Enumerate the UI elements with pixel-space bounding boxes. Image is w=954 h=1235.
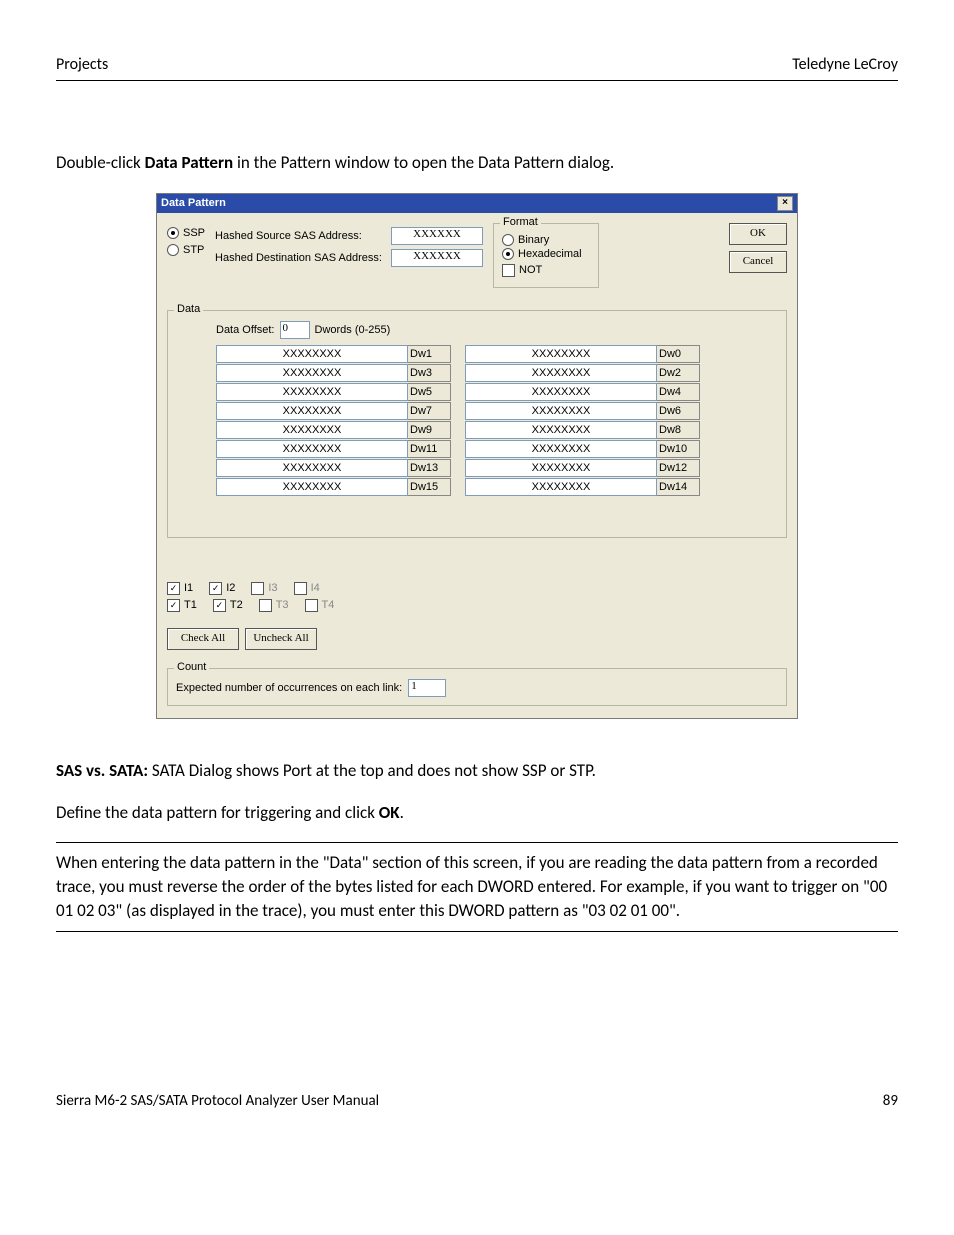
- data-groupbox: Data Data Offset: 0 Dwords (0-255) XXXXX…: [167, 310, 787, 538]
- dw-value[interactable]: XXXXXXXX: [216, 421, 408, 439]
- count-label: Expected number of occurrences on each l…: [176, 682, 402, 694]
- ok-button[interactable]: OK: [729, 223, 787, 245]
- sas-vs-sata: SAS vs. SATA: SATA Dialog shows Port at …: [56, 759, 898, 783]
- offset-input[interactable]: 0: [280, 321, 310, 339]
- dst-addr-input[interactable]: XXXXXX: [391, 249, 483, 267]
- channel-checkbox[interactable]: [167, 599, 180, 612]
- header-left: Projects: [56, 55, 108, 74]
- hex-radio[interactable]: [502, 248, 514, 260]
- dw-label: Dw4: [657, 383, 700, 401]
- binary-radio[interactable]: [502, 234, 514, 246]
- stp-label: STP: [183, 244, 204, 256]
- dw-value[interactable]: XXXXXXXX: [465, 459, 657, 477]
- cancel-button[interactable]: Cancel: [729, 251, 787, 273]
- dw-value[interactable]: XXXXXXXX: [216, 478, 408, 496]
- channel-label: I3: [268, 582, 277, 594]
- dw-value[interactable]: XXXXXXXX: [216, 402, 408, 420]
- dw-label: Dw5: [408, 383, 451, 401]
- count-legend: Count: [174, 661, 209, 673]
- note-text: When entering the data pattern in the "D…: [56, 851, 898, 922]
- dw-value[interactable]: XXXXXXXX: [465, 440, 657, 458]
- dw-value[interactable]: XXXXXXXX: [216, 383, 408, 401]
- channel-checkbox[interactable]: [294, 582, 307, 595]
- format-groupbox: Format Binary Hexadecimal NOT: [493, 223, 599, 288]
- dw-label: Dw11: [408, 440, 451, 458]
- channel-checkbox[interactable]: [305, 599, 318, 612]
- dw-value[interactable]: XXXXXXXX: [465, 364, 657, 382]
- dialog-titlebar: Data Pattern ×: [157, 194, 797, 213]
- define-pre: Define the data pattern for triggering a…: [56, 802, 379, 823]
- channel-label: T4: [322, 599, 335, 611]
- ssp-label: SSP: [183, 227, 205, 239]
- hex-label: Hexadecimal: [518, 248, 582, 260]
- dw-value[interactable]: XXXXXXXX: [216, 364, 408, 382]
- dw-label: Dw13: [408, 459, 451, 477]
- close-icon[interactable]: ×: [777, 196, 793, 211]
- stp-radio[interactable]: [167, 244, 179, 256]
- dw-label: Dw10: [657, 440, 700, 458]
- footer-right: 89: [883, 1092, 898, 1110]
- dialog-title: Data Pattern: [161, 197, 226, 209]
- define-post: .: [400, 802, 404, 823]
- offset-label: Data Offset:: [216, 324, 275, 336]
- uncheck-all-button[interactable]: Uncheck All: [245, 628, 317, 650]
- ssp-radio[interactable]: [167, 227, 179, 239]
- dw-value[interactable]: XXXXXXXX: [465, 383, 657, 401]
- check-all-button[interactable]: Check All: [167, 628, 239, 650]
- dw-label: Dw8: [657, 421, 700, 439]
- dw-value[interactable]: XXXXXXXX: [465, 421, 657, 439]
- dw-label: Dw9: [408, 421, 451, 439]
- offset-range: Dwords (0-255): [315, 324, 391, 336]
- dw-value[interactable]: XXXXXXXX: [216, 345, 408, 363]
- channel-label: T2: [230, 599, 243, 611]
- src-addr-label: Hashed Source SAS Address:: [215, 230, 385, 242]
- dw-value[interactable]: XXXXXXXX: [216, 459, 408, 477]
- intro-post: in the Pattern window to open the Data P…: [233, 152, 614, 173]
- not-checkbox[interactable]: [502, 264, 515, 277]
- data-legend: Data: [174, 303, 203, 315]
- src-addr-input[interactable]: XXXXXX: [391, 227, 483, 245]
- dw-value[interactable]: XXXXXXXX: [216, 440, 408, 458]
- sas-text: SATA Dialog shows Port at the top and do…: [148, 760, 596, 781]
- dw-label: Dw7: [408, 402, 451, 420]
- dw-label: Dw2: [657, 364, 700, 382]
- not-label: NOT: [519, 264, 542, 276]
- define-bold: OK: [379, 802, 400, 823]
- dw-label: Dw12: [657, 459, 700, 477]
- channel-checkbox[interactable]: [259, 599, 272, 612]
- channel-label: I4: [311, 582, 320, 594]
- dw-label: Dw14: [657, 478, 700, 496]
- header-right: Teledyne LeCroy: [792, 55, 898, 74]
- format-legend: Format: [500, 216, 541, 228]
- intro-paragraph: Double-click Data Pattern in the Pattern…: [56, 151, 898, 175]
- channel-checkbox[interactable]: [167, 582, 180, 595]
- dw-value[interactable]: XXXXXXXX: [465, 478, 657, 496]
- channel-label: T3: [276, 599, 289, 611]
- channel-label: I1: [184, 582, 193, 594]
- binary-label: Binary: [518, 234, 549, 246]
- data-pattern-dialog: Data Pattern × SSP STP Hashed Sou: [156, 193, 798, 719]
- channel-checkbox[interactable]: [213, 599, 226, 612]
- channel-label: I2: [226, 582, 235, 594]
- dst-addr-label: Hashed Destination SAS Address:: [215, 252, 385, 264]
- dw-value[interactable]: XXXXXXXX: [465, 402, 657, 420]
- channel-checkbox[interactable]: [251, 582, 264, 595]
- define-line: Define the data pattern for triggering a…: [56, 801, 898, 825]
- dw-label: Dw15: [408, 478, 451, 496]
- dw-label: Dw6: [657, 402, 700, 420]
- channel-checkbox[interactable]: [209, 582, 222, 595]
- count-input[interactable]: 1: [408, 679, 446, 697]
- intro-bold: Data Pattern: [145, 152, 234, 173]
- sas-bold: SAS vs. SATA:: [56, 760, 148, 781]
- intro-pre: Double-click: [56, 152, 145, 173]
- channel-label: T1: [184, 599, 197, 611]
- dw-label: Dw1: [408, 345, 451, 363]
- dw-label: Dw3: [408, 364, 451, 382]
- footer-left: Sierra M6-2 SAS/SATA Protocol Analyzer U…: [56, 1092, 379, 1110]
- dw-label: Dw0: [657, 345, 700, 363]
- dw-value[interactable]: XXXXXXXX: [465, 345, 657, 363]
- count-groupbox: Count Expected number of occurrences on …: [167, 668, 787, 706]
